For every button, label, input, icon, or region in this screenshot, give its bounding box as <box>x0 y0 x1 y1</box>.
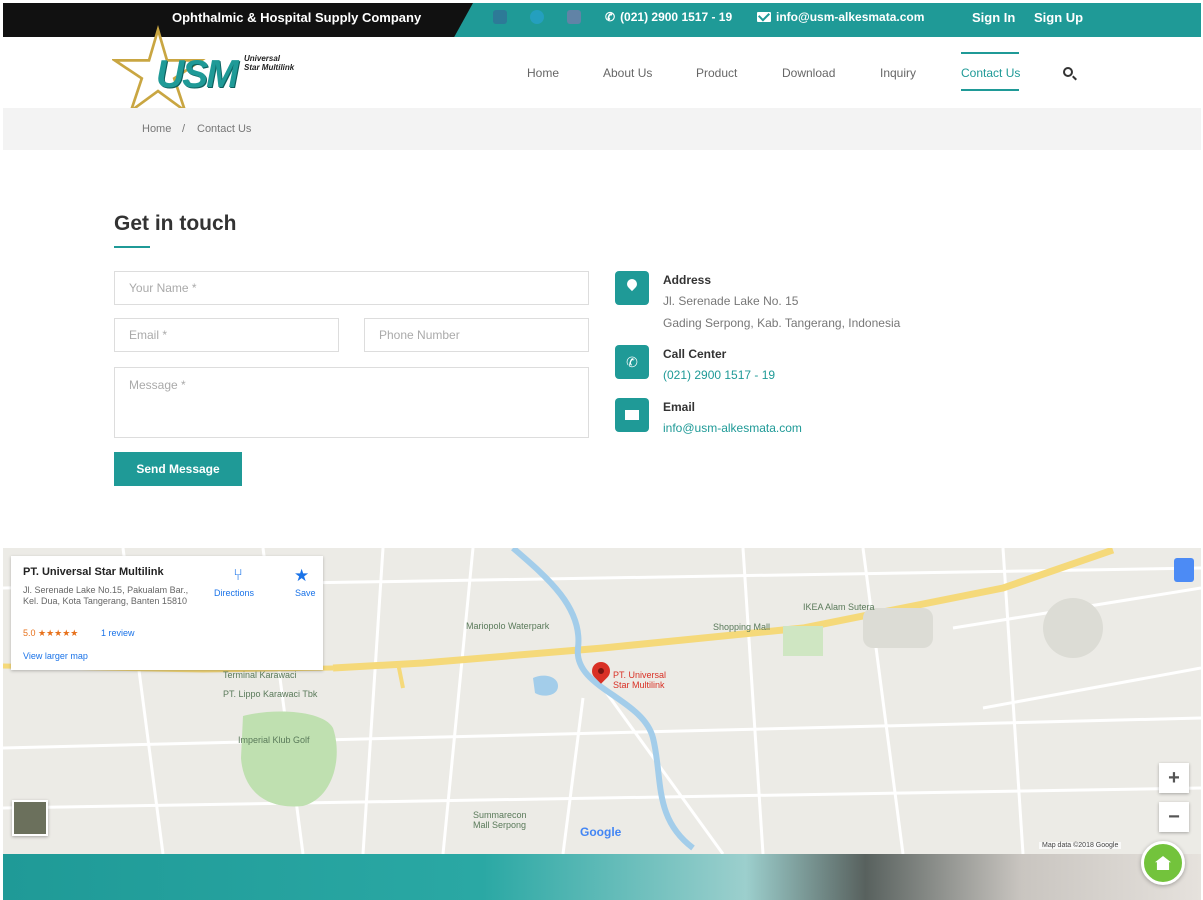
map-label-ikea: IKEA Alam Sutera <box>803 602 875 612</box>
address-line-1: Jl. Serenade Lake No. 15 <box>663 294 799 308</box>
chat-widget-button[interactable] <box>1141 841 1185 885</box>
place-name: PT. Universal Star Multilink <box>23 566 164 578</box>
title-underline <box>114 246 150 248</box>
page-title: Get in touch <box>114 212 237 235</box>
name-field[interactable] <box>114 271 589 305</box>
map-label-shopping: Shopping Mall <box>713 622 771 632</box>
map-place-card: PT. Universal Star Multilink Jl. Serenad… <box>11 556 323 670</box>
map-label-golf: Imperial Klub Golf <box>238 735 310 745</box>
google-map[interactable]: PT. Universal Star Multilink Jl. Serenad… <box>3 548 1201 854</box>
nav-active-indicator-bottom <box>961 89 1019 91</box>
envelope-icon <box>757 12 771 22</box>
breadcrumb-home[interactable]: Home <box>142 123 171 135</box>
instagram-icon[interactable] <box>567 10 581 24</box>
map-label-waterpark: Mariopolo Waterpark <box>466 621 550 631</box>
call-center-heading: Call Center <box>663 347 727 361</box>
phone-icon: ✆ <box>626 354 638 370</box>
place-rating: 5.0 ★★★★★ <box>23 628 79 638</box>
message-field[interactable] <box>114 367 589 438</box>
place-reviews-link[interactable]: 1 review <box>101 628 135 638</box>
footer-hero-banner <box>3 854 1201 900</box>
logo-subtitle: Universal Star Multilink <box>244 54 295 72</box>
email-heading: Email <box>663 400 696 414</box>
top-phone[interactable]: ✆ (021) 2900 1517 - 19 <box>605 10 732 24</box>
email-badge <box>615 398 649 432</box>
street-view-pegman-icon[interactable] <box>1174 558 1194 582</box>
sign-up-link[interactable]: Sign Up <box>1034 10 1083 25</box>
top-phone-number: (021) 2900 1517 - 19 <box>620 10 733 24</box>
marker-label: PT. Universal Star Multilink <box>613 670 667 690</box>
call-center-badge: ✆ <box>615 345 649 379</box>
top-email[interactable]: info@usm-alkesmata.com <box>757 10 924 24</box>
save-link[interactable]: Save <box>295 588 316 598</box>
nav-active-indicator-top <box>961 52 1019 54</box>
call-center-number[interactable]: (021) 2900 1517 - 19 <box>663 368 775 382</box>
zoom-in-button[interactable]: + <box>1159 763 1189 793</box>
home-icon <box>1155 856 1171 870</box>
facebook-icon[interactable] <box>493 10 507 24</box>
nav-download[interactable]: Download <box>782 66 835 80</box>
star-icon[interactable]: ★ <box>294 566 309 586</box>
place-address: Jl. Serenade Lake No.15, Pakualam Bar., … <box>23 585 189 606</box>
breadcrumb-current: Contact Us <box>197 123 252 135</box>
nav-product[interactable]: Product <box>696 66 737 80</box>
twitter-icon[interactable] <box>530 10 544 24</box>
address-badge <box>615 271 649 305</box>
company-tagline: Ophthalmic & Hospital Supply Company <box>172 10 422 25</box>
send-message-button[interactable]: Send Message <box>114 452 242 486</box>
zoom-out-button[interactable]: − <box>1159 802 1189 832</box>
phone-field[interactable] <box>364 318 589 352</box>
map-label-terminal: Terminal Karawaci <box>223 670 297 680</box>
nav-about-us[interactable]: About Us <box>603 66 652 80</box>
satellite-toggle[interactable] <box>12 800 48 836</box>
email-address-link[interactable]: info@usm-alkesmata.com <box>663 421 802 435</box>
map-pin-icon <box>624 276 640 292</box>
phone-icon: ✆ <box>605 10 616 24</box>
directions-link[interactable]: Directions <box>214 588 254 598</box>
map-label-lippo: PT. Lippo Karawaci Tbk <box>223 689 318 699</box>
nav-contact-us[interactable]: Contact Us <box>961 66 1020 80</box>
google-logo: Google <box>580 825 622 839</box>
address-line-2: Gading Serpong, Kab. Tangerang, Indonesi… <box>663 316 901 330</box>
map-label-summarecon: Summarecon Mall Serpong <box>473 810 527 830</box>
nav-home[interactable]: Home <box>527 66 559 80</box>
search-icon[interactable] <box>1063 67 1073 77</box>
breadcrumb-separator: / <box>182 123 186 135</box>
address-heading: Address <box>663 273 712 287</box>
sign-in-link[interactable]: Sign In <box>972 10 1015 25</box>
nav-inquiry[interactable]: Inquiry <box>880 66 916 80</box>
view-larger-map-link[interactable]: View larger map <box>23 651 88 661</box>
map-attribution: Map data ©2018 Google <box>1039 842 1122 849</box>
directions-icon[interactable]: ⑂ <box>230 568 246 584</box>
logo-mark: USM <box>156 53 239 96</box>
top-email-address: info@usm-alkesmata.com <box>776 10 925 24</box>
email-field[interactable] <box>114 318 339 352</box>
envelope-icon <box>625 410 639 420</box>
